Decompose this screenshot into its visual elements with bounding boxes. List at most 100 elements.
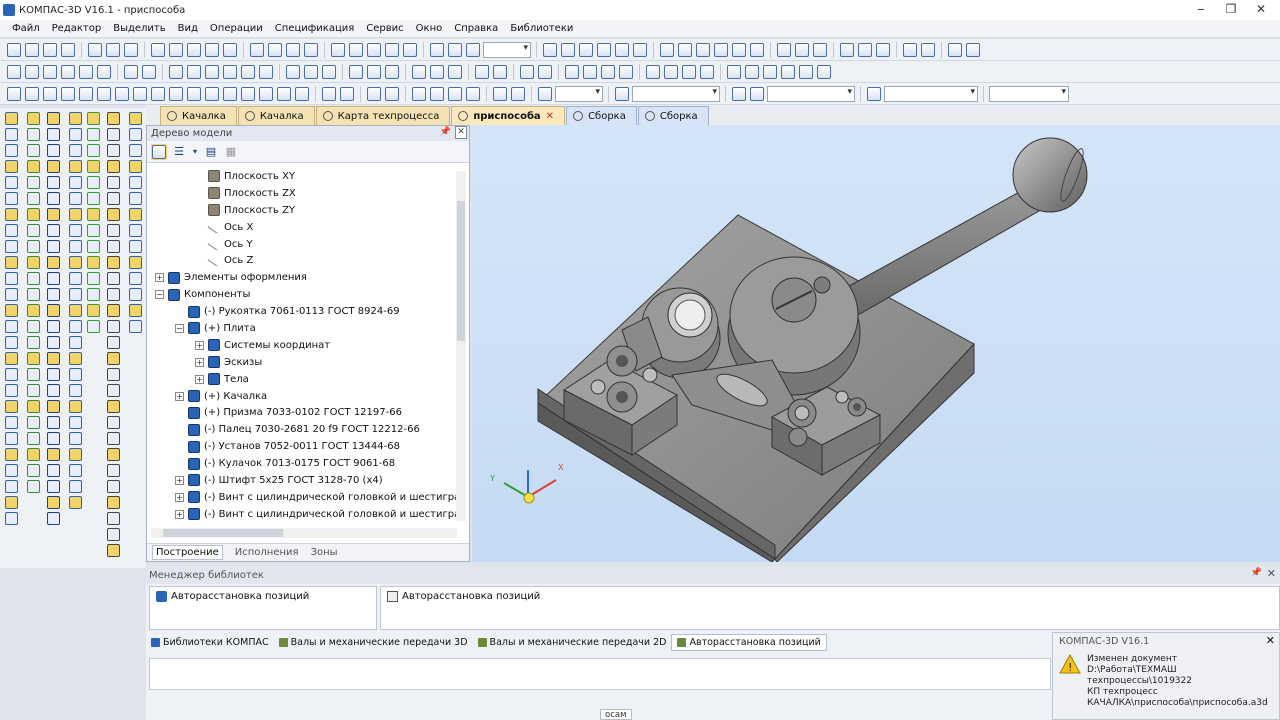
tree-item[interactable]: (-) Рукоятка 7061-0113 ГОСТ 8924-69	[151, 303, 457, 320]
tree-item[interactable]: + Тела	[151, 371, 457, 388]
tool-icon[interactable]	[106, 336, 120, 349]
tool-icon[interactable]	[26, 208, 40, 221]
tool-icon[interactable]	[128, 320, 142, 333]
tool-icon[interactable]	[86, 240, 100, 253]
toolbar-button-icon[interactable]	[348, 42, 364, 58]
tool-icon[interactable]	[106, 240, 120, 253]
tool-icon[interactable]	[46, 160, 60, 173]
toolbar-button-icon[interactable]	[812, 42, 828, 58]
tool-icon[interactable]	[46, 288, 60, 301]
tool-icon[interactable]	[26, 384, 40, 397]
toolbar-button-icon[interactable]	[24, 86, 40, 102]
library-tab[interactable]: Валы и механические передачи 3D	[274, 635, 473, 650]
toolbar-button-icon[interactable]	[632, 42, 648, 58]
toolbar-button-icon[interactable]	[303, 64, 319, 80]
tool-icon[interactable]	[86, 272, 100, 285]
toolbar-button-icon[interactable]	[267, 42, 283, 58]
toolbar-button-icon[interactable]	[168, 64, 184, 80]
toolbar-button-icon[interactable]	[96, 86, 112, 102]
tool-icon[interactable]	[128, 112, 142, 125]
toolbar-button-icon[interactable]	[749, 42, 765, 58]
toolbar-button-icon[interactable]	[240, 86, 256, 102]
tool-icon[interactable]	[106, 400, 120, 413]
tool-icon[interactable]	[46, 192, 60, 205]
toolbar-button-icon[interactable]	[794, 42, 810, 58]
tool-icon[interactable]	[128, 240, 142, 253]
menu-item[interactable]: Сервис	[360, 23, 409, 34]
tool-icon[interactable]	[128, 144, 142, 157]
tool-icon[interactable]	[4, 496, 18, 509]
tool-icon[interactable]	[68, 288, 82, 301]
toolbar-button-icon[interactable]	[663, 64, 679, 80]
document-tab[interactable]: Сборка	[637, 106, 709, 125]
tool-icon[interactable]	[86, 208, 100, 221]
toolbar-combo[interactable]	[767, 85, 855, 102]
toolbar-button-icon[interactable]	[947, 42, 963, 58]
toolbar-button-icon[interactable]	[699, 64, 715, 80]
toolbar-button-icon[interactable]	[965, 42, 981, 58]
tool-icon[interactable]	[106, 176, 120, 189]
tree-item[interactable]: Плоскость XY	[151, 168, 457, 185]
tool-icon[interactable]	[46, 400, 60, 413]
tree-item[interactable]: (-) Кулачок 7013-0175 ГОСТ 9061-68	[151, 455, 457, 472]
tool-icon[interactable]	[46, 480, 60, 493]
tool-icon[interactable]	[68, 176, 82, 189]
tool-icon[interactable]	[86, 304, 100, 317]
tool-icon[interactable]	[4, 128, 18, 141]
toolbar-button-icon[interactable]	[366, 42, 382, 58]
tool-icon[interactable]	[86, 160, 100, 173]
toolbar-button-icon[interactable]	[614, 86, 630, 102]
tool-icon[interactable]	[26, 464, 40, 477]
tool-icon[interactable]	[26, 144, 40, 157]
toolbar-button-icon[interactable]	[42, 64, 58, 80]
expand-icon[interactable]: +	[195, 374, 204, 384]
toolbar-button-icon[interactable]	[24, 64, 40, 80]
tool-icon[interactable]	[26, 272, 40, 285]
toolbar-button-icon[interactable]	[542, 42, 558, 58]
toolbar-button-icon[interactable]	[564, 64, 580, 80]
tool-icon[interactable]	[26, 128, 40, 141]
toolbar-button-icon[interactable]	[537, 86, 553, 102]
toolbar-button-icon[interactable]	[839, 42, 855, 58]
tool-icon[interactable]	[106, 320, 120, 333]
expand-icon[interactable]: +	[195, 357, 204, 367]
tool-icon[interactable]	[46, 368, 60, 381]
toolbar-button-icon[interactable]	[204, 86, 220, 102]
tree-filter-icon[interactable]: ▦	[223, 144, 239, 160]
toolbar-button-icon[interactable]	[474, 64, 490, 80]
notification-popup[interactable]: КОМПАС-3D V16.1 ✕ ! Изменен документ D:\…	[1052, 632, 1280, 720]
toolbar-button-icon[interactable]	[596, 42, 612, 58]
toolbar-button-icon[interactable]	[123, 64, 139, 80]
toolbar-button-icon[interactable]	[105, 42, 121, 58]
toolbar-button-icon[interactable]	[537, 64, 553, 80]
tool-icon[interactable]	[68, 160, 82, 173]
tool-icon[interactable]	[26, 368, 40, 381]
expand-icon[interactable]: −	[155, 290, 164, 300]
document-tab[interactable]: Качалка	[237, 106, 315, 125]
toolbar-button-icon[interactable]	[798, 64, 814, 80]
tree-horizontal-scrollbar[interactable]	[151, 528, 457, 538]
tool-icon[interactable]	[4, 400, 18, 413]
tool-icon[interactable]	[86, 128, 100, 141]
tree-item[interactable]: + (-) Винт с цилиндрической головкой и ше…	[151, 489, 457, 506]
tool-icon[interactable]	[128, 160, 142, 173]
tree-item[interactable]: + (-) Винт с цилиндрической головкой и ше…	[151, 506, 457, 523]
tool-icon[interactable]	[4, 512, 18, 525]
toolbar-button-icon[interactable]	[186, 86, 202, 102]
tree-mode-icon[interactable]	[151, 143, 167, 160]
tool-icon[interactable]	[106, 368, 120, 381]
tool-icon[interactable]	[106, 128, 120, 141]
tool-icon[interactable]	[106, 416, 120, 429]
tool-icon[interactable]	[106, 208, 120, 221]
toolbar-button-icon[interactable]	[114, 86, 130, 102]
menu-item[interactable]: Выделить	[107, 23, 171, 34]
tool-icon[interactable]	[106, 448, 120, 461]
library-tab[interactable]: Валы и механические передачи 2D	[473, 635, 672, 650]
toolbar-button-icon[interactable]	[816, 64, 832, 80]
tool-icon[interactable]	[68, 272, 82, 285]
tool-icon[interactable]	[86, 224, 100, 237]
tool-icon[interactable]	[4, 352, 18, 365]
tool-icon[interactable]	[46, 336, 60, 349]
tool-icon[interactable]	[68, 416, 82, 429]
library-close-button[interactable]: ✕	[1267, 567, 1276, 580]
